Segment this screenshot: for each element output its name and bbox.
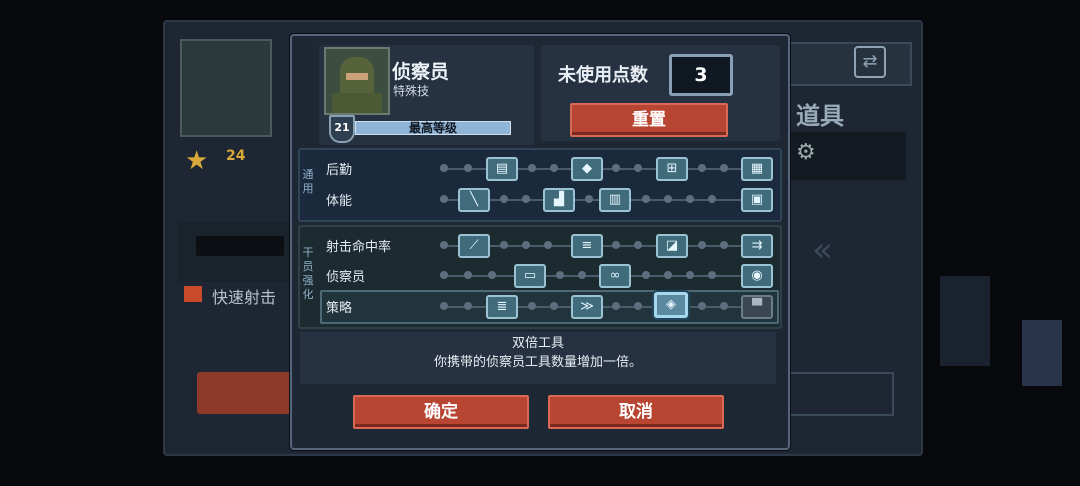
star-icon: ★ [185,146,209,176]
items-heading: 道具 [796,102,844,130]
reset-button[interactable]: 重置 [570,103,728,137]
skill-dot [664,271,672,279]
skill-dot [720,241,728,249]
skill-dot [544,241,552,249]
skill-dot [634,302,642,310]
skill-dot [440,271,448,279]
binoculars-icon[interactable]: ∞ [599,264,631,288]
skill-dot [550,302,558,310]
skill-dot [585,195,593,203]
scope-icon[interactable]: ◪ [656,234,688,258]
scenery-block [1022,320,1062,386]
skill-row-label: 射击命中率 [326,240,392,255]
operator-subtitle: 特殊技 [393,84,430,98]
skill-dot [464,271,472,279]
unused-points-value: 3 [669,54,733,96]
skill-row-label: 后勤 [326,163,353,178]
unused-points-label: 未使用点数 [558,65,648,86]
background-red-button[interactable] [197,372,292,414]
skill-dot [708,195,716,203]
rifle-up-icon[interactable]: ⟋ [458,234,490,258]
quick-fire-label: 快速射击 [212,288,277,307]
ammo-crate-icon[interactable]: ▦ [741,157,773,181]
swap-icon[interactable]: ⇄ [854,46,886,78]
operator-name: 侦察员 [392,61,450,83]
operator-portrait [324,47,390,115]
skill-dot [642,271,650,279]
magazine-icon[interactable]: ▤ [486,157,518,181]
boot-icon[interactable]: ▟ [543,188,575,212]
backpack-icon[interactable]: ▣ [741,188,773,212]
chevron-left-icon[interactable]: « [812,230,833,270]
background-search-box[interactable] [786,42,912,86]
skill-dot [720,164,728,172]
skill-dot [440,241,448,249]
bullets-icon[interactable]: ⇉ [741,234,773,258]
skill-dot [464,302,472,310]
portrait-eyes [346,73,368,80]
flank-icon[interactable]: ≫ [571,295,603,319]
drone-icon[interactable]: ▭ [514,264,546,288]
skill-dot [708,271,716,279]
skill-dot [664,195,672,203]
star-count: 24 [226,148,246,164]
skill-dot [528,164,536,172]
skill-dot [686,271,694,279]
background-slot[interactable] [786,372,894,416]
portrait-body [332,93,382,113]
level-label: 最高等级 [408,121,457,135]
perk-icon [184,286,202,302]
medkit-icon[interactable]: ⊞ [656,157,688,181]
level-badge: 21 [329,115,355,143]
skill-dot [634,164,642,172]
skill-dot [698,164,706,172]
skill-dot [612,302,620,310]
skill-dot [612,241,620,249]
skill-row-label: 策略 [326,301,353,316]
skill-dot [698,241,706,249]
rifle-burst-icon[interactable]: ≡ [571,234,603,258]
skill-dot [500,241,508,249]
skill-dot [522,241,530,249]
skill-dot [440,195,448,203]
skill-group-general [298,148,782,222]
skill-group-tag: 通用 [302,168,314,195]
radar-icon[interactable]: ◉ [741,264,773,288]
skill-dot [440,164,448,172]
locked-icon[interactable]: ▀ [741,295,773,319]
knife-icon[interactable]: ╲ [458,188,490,212]
skill-dot [550,164,558,172]
skill-dot [522,195,530,203]
skill-dot [578,271,586,279]
skill-dot [488,271,496,279]
scenery-block [940,276,990,366]
cancel-button[interactable]: 取消 [548,395,724,429]
skill-dot [642,195,650,203]
skill-dot [612,164,620,172]
skill-dot [500,195,508,203]
vest-icon[interactable]: ▥ [599,188,631,212]
double-tools-icon[interactable]: ◈ [654,292,688,318]
skill-description: 你携带的侦察员工具数量增加一倍。 [433,355,642,370]
skill-dot [720,302,728,310]
grapple-icon: ⚙ [796,140,816,165]
confirm-button[interactable]: 确定 [353,395,529,429]
skill-title: 双倍工具 [511,336,564,351]
bullets-plus-icon[interactable]: ≣ [486,295,518,319]
skill-row-label: 体能 [326,194,353,209]
skill-dot [464,164,472,172]
skill-dot [634,241,642,249]
skill-dot [528,302,536,310]
skill-dot [686,195,694,203]
skill-group-tag: 干员强化 [302,246,314,301]
skill-row-label: 侦察员 [326,270,366,285]
rifle-icon [196,236,284,256]
armor-plus-icon[interactable]: ◆ [571,157,603,181]
skill-dot [698,302,706,310]
skill-dot [556,271,564,279]
background-operator-portrait[interactable] [180,39,272,137]
skill-dot [440,302,448,310]
